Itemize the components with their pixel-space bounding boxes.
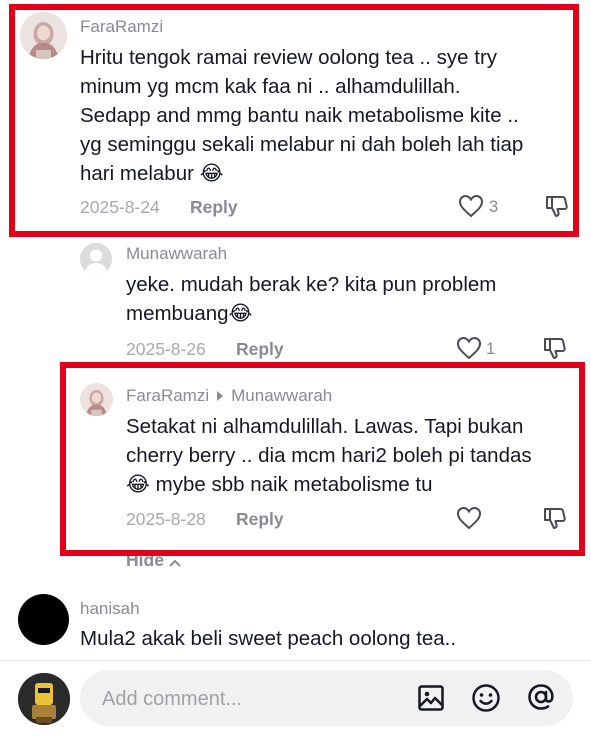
like-count: 1 bbox=[486, 340, 496, 358]
reply-text-line: yeke. mudah berak ke? kita pun problem bbox=[126, 273, 497, 296]
comment-username[interactable]: hanisah bbox=[80, 599, 140, 619]
comment-input[interactable]: Add comment... bbox=[80, 670, 573, 726]
avatar[interactable] bbox=[80, 243, 112, 275]
avatar[interactable] bbox=[18, 594, 69, 645]
comment-input-bar: Add comment... bbox=[0, 660, 591, 738]
highlight-box bbox=[9, 4, 579, 237]
comment-input-placeholder: Add comment... bbox=[102, 688, 243, 710]
reply-button[interactable]: Reply bbox=[236, 339, 284, 360]
thumbs-down-icon[interactable] bbox=[542, 335, 568, 361]
comment-text: Mula2 akak beli sweet peach oolong tea.. bbox=[80, 627, 457, 650]
image-icon[interactable] bbox=[417, 684, 445, 712]
at-icon[interactable] bbox=[526, 682, 556, 712]
reply-date: 2025-8-26 bbox=[126, 339, 206, 359]
heart-icon[interactable] bbox=[456, 336, 482, 360]
reply-text: yeke. mudah berak ke? kita pun problem m… bbox=[126, 270, 576, 328]
smiley-icon[interactable] bbox=[471, 683, 501, 713]
user-avatar[interactable] bbox=[18, 673, 70, 725]
highlight-box bbox=[60, 362, 585, 556]
reply-username[interactable]: Munawwarah bbox=[126, 244, 227, 264]
reply-text-line: membuang😂 bbox=[126, 302, 253, 325]
